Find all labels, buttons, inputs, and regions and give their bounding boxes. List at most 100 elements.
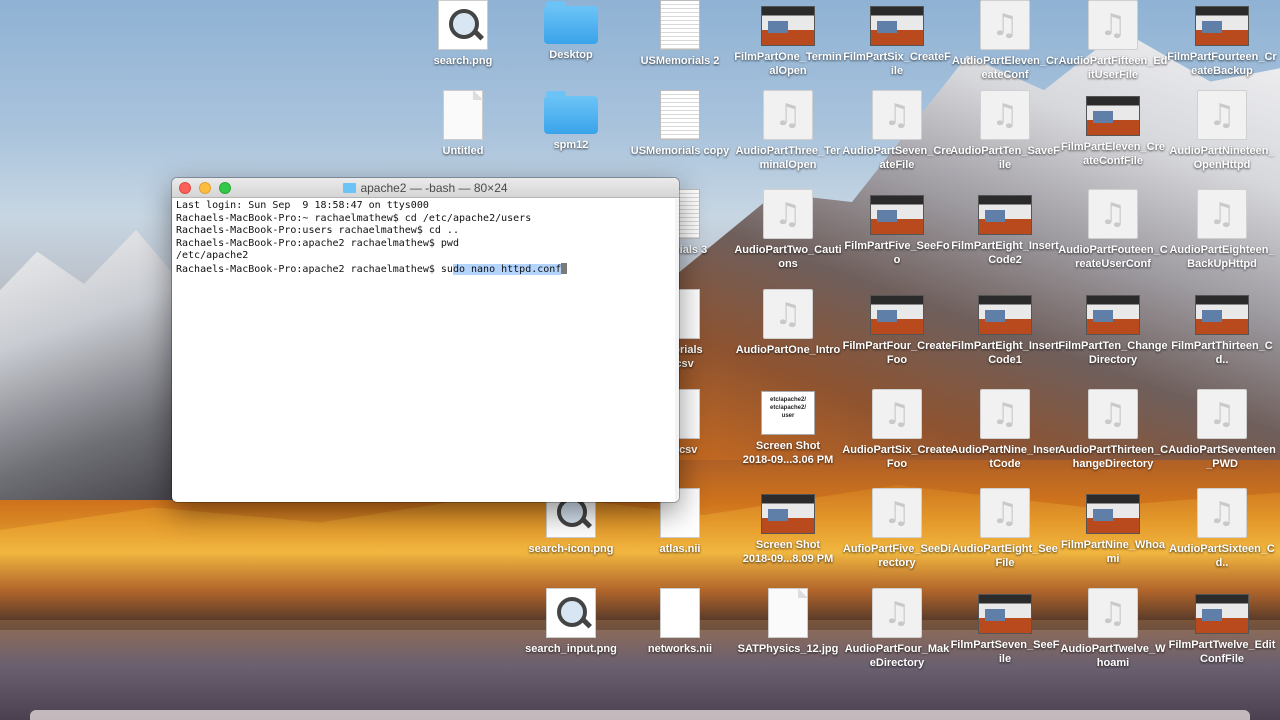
desktop-icon[interactable]: USMemorials copy: [625, 90, 735, 158]
desktop-icon-label: FilmPartTwelve_EditConfFile: [1168, 639, 1276, 665]
terminal-window[interactable]: apache2 — -bash — 80×24 Last login: Sun …: [172, 178, 679, 502]
desktop-icon[interactable]: Desktop: [516, 0, 626, 62]
desktop-icon[interactable]: FilmPartNine_Whoami: [1058, 488, 1168, 566]
desktop-icon[interactable]: search_input.png: [516, 588, 626, 656]
video-thumbnail-icon: [1086, 295, 1140, 335]
desktop-icon[interactable]: FilmPartOne_TerminalOpen: [733, 0, 843, 78]
desktop-icon[interactable]: ♫ AudioPartThirteen_ChangeDirectory: [1058, 389, 1168, 471]
desktop-icon-label: Screen Shot 2018-09...3.06 PM: [742, 440, 834, 466]
desktop-icon[interactable]: Screen Shot 2018-09...8.09 PM: [733, 488, 843, 566]
desktop-icon[interactable]: ♫ AudioPartSeven_CreateFile: [842, 90, 952, 172]
desktop-icon[interactable]: FilmPartFive_SeeFoo: [842, 189, 952, 267]
audio-file-icon: ♫: [1197, 90, 1247, 140]
video-thumbnail-icon: [1195, 6, 1249, 46]
desktop-icon[interactable]: ♫ AudioPartNine_InsertCode: [950, 389, 1060, 471]
video-thumbnail-icon: [870, 6, 924, 46]
desktop-icon-label: AudioPartEight_SeeFile: [952, 543, 1058, 569]
desktop-icon[interactable]: ♫ AudioPartOne_Intro: [733, 289, 843, 357]
video-thumbnail-icon: [870, 195, 924, 235]
terminal-titlebar[interactable]: apache2 — -bash — 80×24: [172, 178, 679, 198]
desktop-icon[interactable]: FilmPartThirteen_Cd..: [1167, 289, 1277, 367]
terminal-prompt: Rachaels-MacBook-Pro:apache2 rachaelmath…: [176, 263, 441, 275]
desktop-icon-label: AudioPartThirteen_ChangeDirectory: [1058, 444, 1169, 470]
desktop-icon-label: AudioPartSeven_CreateFile: [842, 145, 952, 171]
audio-file-icon: ♫: [872, 389, 922, 439]
audio-file-icon: ♫: [1088, 389, 1138, 439]
terminal-command: su: [440, 263, 453, 275]
terminal-command-line[interactable]: Rachaels-MacBook-Pro:apache2 rachaelmath…: [176, 262, 675, 277]
desktop-icon-label: Untitled: [442, 145, 484, 157]
desktop-icon-label: USMemorials 2: [640, 55, 720, 67]
desktop-icon[interactable]: ♫ AudioPartThree_TerminalOpen: [733, 90, 843, 172]
terminal-scrollbar[interactable]: [675, 199, 679, 502]
desktop-icon-label: USMemorials copy: [630, 145, 730, 157]
screenshot-icon: etc/apache2/ etc/apache2/ user: [761, 391, 815, 435]
desktop-icon-label: atlas.nii: [659, 543, 701, 555]
desktop-icon[interactable]: FilmPartEight_InsertCode1: [950, 289, 1060, 367]
desktop-icon[interactable]: etc/apache2/ etc/apache2/ user Screen Sho…: [733, 389, 843, 467]
video-thumbnail-icon: [978, 295, 1032, 335]
desktop-icon[interactable]: ♫ AudioPartNineteen_OpenHttpd: [1167, 90, 1277, 172]
desktop-icon-label: AudioPartThree_TerminalOpen: [735, 145, 841, 171]
audio-file-icon: ♫: [763, 189, 813, 239]
desktop-icon-label: AudioPartNineteen_OpenHttpd: [1169, 145, 1275, 171]
desktop-icon[interactable]: FilmPartTwelve_EditConfFile: [1167, 588, 1277, 666]
video-thumbnail-icon: [978, 594, 1032, 634]
desktop-icon-label: AudioPartOne_Intro: [735, 344, 841, 356]
desktop-icon-label: AudioPartSixteen_Cd..: [1169, 543, 1275, 569]
desktop-icon[interactable]: ♫ AudioPartFifteen_EditUserFile: [1058, 0, 1168, 82]
desktop-icon[interactable]: USMemorials 2: [625, 0, 735, 68]
desktop-icon[interactable]: ♫ AudioPartTwelve_Whoami: [1058, 588, 1168, 670]
desktop-icon-label: FilmPartEight_InsertCode2: [951, 240, 1059, 266]
desktop-icon[interactable]: networks.nii: [625, 588, 735, 656]
desktop-icon[interactable]: ♫ AudioPartEighteen_BackUpHttpd: [1167, 189, 1277, 271]
desktop-icon[interactable]: ♫ AudioPartSixteen_Cd..: [1167, 488, 1277, 570]
spreadsheet-icon: [660, 0, 700, 50]
audio-file-icon: ♫: [1088, 189, 1138, 239]
desktop-icon-label: FilmPartFourteen_CreateBackup: [1167, 51, 1277, 77]
desktop-icon[interactable]: FilmPartFourteen_CreateBackup: [1167, 0, 1277, 78]
desktop-icon[interactable]: SATPhysics_12.jpg: [733, 588, 843, 656]
desktop-icon[interactable]: FilmPartEleven_CreateConfFile: [1058, 90, 1168, 168]
audio-file-icon: ♫: [1197, 488, 1247, 538]
desktop-icon[interactable]: ♫ AudioPartEight_SeeFile: [950, 488, 1060, 570]
desktop-icon[interactable]: ♫ AudioPartTwo_Cautions: [733, 189, 843, 271]
desktop-icon[interactable]: ♫ AudioPartFour_MakeDirectory: [842, 588, 952, 670]
desktop-icon[interactable]: ♫ AudioPartSix_CreateFoo: [842, 389, 952, 471]
terminal-output[interactable]: Last login: Sun Sep 9 18:58:47 on ttys00…: [172, 198, 679, 278]
desktop-icon[interactable]: FilmPartSix_CreateFile: [842, 0, 952, 78]
desktop-icon[interactable]: FilmPartSeven_SeeFile: [950, 588, 1060, 666]
desktop-icon[interactable]: ♫ AufioPartFive_SeeDirectory: [842, 488, 952, 570]
desktop-icon[interactable]: FilmPartTen_ChangeDirectory: [1058, 289, 1168, 367]
desktop-icon[interactable]: ♫ AudioPartTen_SaveFile: [950, 90, 1060, 172]
desktop-icon[interactable]: FilmPartFour_CreateFoo: [842, 289, 952, 367]
terminal-line: Last login: Sun Sep 9 18:58:47 on ttys00…: [176, 200, 429, 211]
file-icon: [660, 588, 700, 638]
desktop-icon-label: spm12: [553, 139, 589, 151]
desktop-icon[interactable]: spm12: [516, 90, 626, 152]
desktop-icon-label: AudioPartSix_CreateFoo: [842, 444, 952, 470]
desktop-icon[interactable]: FilmPartEight_InsertCode2: [950, 189, 1060, 267]
desktop-icon-label: FilmPartSix_CreateFile: [843, 51, 951, 77]
desktop-icon[interactable]: search.png: [408, 0, 518, 68]
terminal-selected-text[interactable]: do nano httpd.conf: [452, 263, 562, 275]
terminal-line: /etc/apache2: [176, 250, 249, 261]
desktop-icon-label: AudioPartFour_MakeDirectory: [844, 643, 950, 669]
document-icon: [443, 90, 483, 140]
window-title: apache2 — -bash — 80×24: [172, 181, 679, 195]
magnifier-icon: [438, 0, 488, 50]
document-icon: [768, 588, 808, 638]
desktop-icon[interactable]: ♫ AudioPartSeventeen_PWD: [1167, 389, 1277, 471]
desktop-icon-label: AudioPartTen_SaveFile: [950, 145, 1060, 171]
desktop-icon[interactable]: ♫ AudioPartFouteen_CreateUserConf: [1058, 189, 1168, 271]
dock[interactable]: [30, 710, 1250, 720]
video-thumbnail-icon: [1195, 295, 1249, 335]
spreadsheet-icon: [660, 90, 700, 140]
audio-file-icon: ♫: [980, 488, 1030, 538]
audio-file-icon: ♫: [1088, 588, 1138, 638]
video-thumbnail-icon: [1195, 594, 1249, 634]
desktop-icon-label: SATPhysics_12.jpg: [737, 643, 839, 655]
desktop-icon[interactable]: ♫ AudioPartEleven_CreateConf: [950, 0, 1060, 82]
desktop-icon[interactable]: Untitled: [408, 90, 518, 158]
desktop-icon-label: AudioPartFifteen_EditUserFile: [1058, 55, 1168, 81]
